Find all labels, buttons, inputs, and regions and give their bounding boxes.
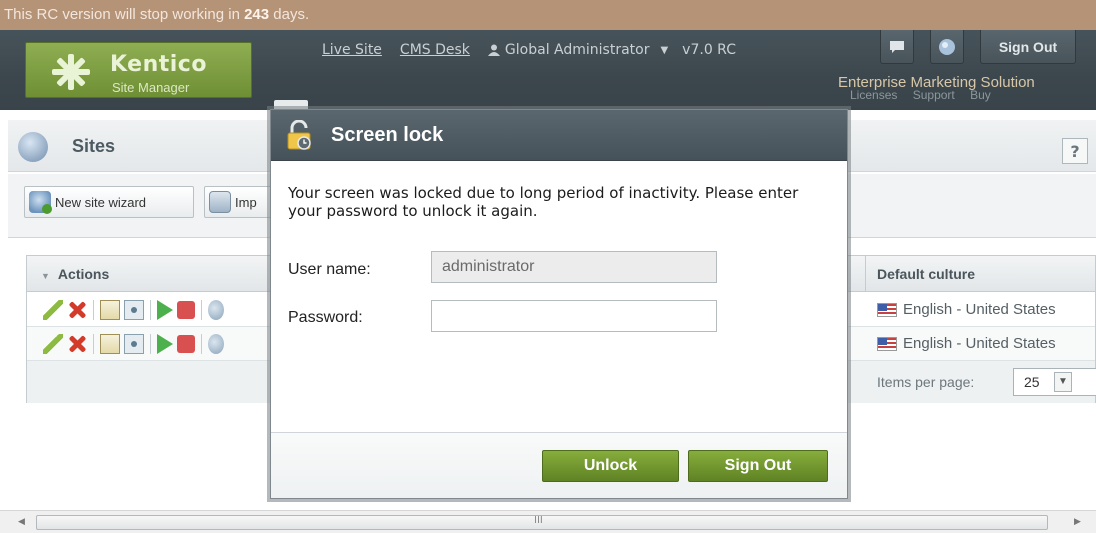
sign-out-button[interactable]: Sign Out bbox=[688, 450, 828, 482]
password-field[interactable] bbox=[431, 300, 717, 332]
screen-lock-dialog: Screen lock Your screen was locked due t… bbox=[270, 109, 848, 499]
dialog-title: Screen lock bbox=[331, 124, 444, 146]
password-label: Password: bbox=[288, 309, 363, 326]
banner-suffix: days. bbox=[269, 6, 310, 23]
banner-prefix: This RC version will stop working in bbox=[4, 6, 245, 23]
banner-days: 243 bbox=[244, 6, 270, 23]
rc-expiration-banner: This RC version will stop working in 243… bbox=[0, 0, 1096, 30]
lock-icon bbox=[287, 120, 311, 150]
dialog-header: Screen lock bbox=[271, 110, 847, 161]
user-name-field bbox=[431, 251, 717, 283]
modal-overlay: Screen lock Your screen was locked due t… bbox=[0, 30, 1096, 533]
unlock-button[interactable]: Unlock bbox=[542, 450, 679, 482]
dialog-footer: Unlock Sign Out bbox=[271, 432, 847, 498]
user-name-label: User name: bbox=[288, 261, 371, 278]
lock-message: Your screen was locked due to long perio… bbox=[288, 184, 799, 220]
